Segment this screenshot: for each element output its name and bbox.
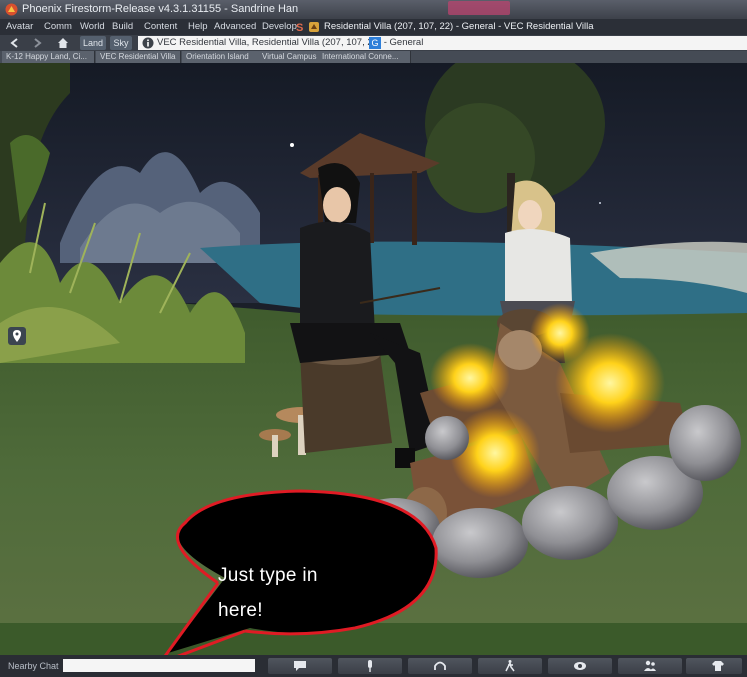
move-button[interactable] [478,658,542,674]
general-rating-badge: G [369,37,381,49]
location-marker-button[interactable] [8,327,26,345]
menu-develop[interactable]: Develop [262,19,297,35]
nearby-chat-input[interactable] [62,658,256,673]
navigation-bar: Land Sky VEC Residential Villa, Resident… [0,35,747,51]
land-button[interactable]: Land [80,36,106,50]
menu-content[interactable]: Content [144,19,177,35]
scene-graphics [0,63,747,655]
speak-button[interactable] [338,658,402,674]
forward-button[interactable] [30,36,50,50]
location-field[interactable]: VEC Residential Villa, Residential Villa… [138,36,747,50]
chat-icon [294,661,306,671]
walk-icon [505,660,515,672]
bottom-tray: Nearby Chat [0,655,747,677]
callout-line-1: Just type in [218,565,318,586]
location-text: VEC Residential Villa, Residential Villa… [157,37,424,48]
parcel-info[interactable]: Residential Villa (207, 107, 22) - Gener… [324,19,593,35]
phoenix-logo-icon [5,3,18,16]
outfit-icon [712,661,724,671]
people-button[interactable] [618,658,682,674]
favorite-item[interactable]: VEC Residential Villa [96,51,181,63]
sl-logo-icon: S [296,22,304,34]
menu-advanced[interactable]: Advanced [214,19,256,35]
home-button[interactable] [56,36,72,50]
favorite-item[interactable]: K-12 Happy Land, Ci... [2,51,95,63]
notification-tab[interactable] [448,1,510,15]
sky-button[interactable]: Sky [110,36,132,50]
world-viewport[interactable]: Just type in here! [0,63,747,655]
parcel-icon[interactable] [308,21,320,33]
favorite-item[interactable]: International Conne... [318,51,411,63]
nearby-chat-label[interactable]: Nearby Chat [8,659,59,673]
callout-line-2: here! [218,600,263,621]
favorite-item[interactable]: Virtual Campus [258,51,323,63]
title-bar: Phoenix Firestorm-Release v4.3.1.31155 -… [0,0,747,19]
back-button[interactable] [8,36,28,50]
menu-comm[interactable]: Comm [44,19,72,35]
favorites-bar: K-12 Happy Land, Ci... VEC Residential V… [0,51,747,63]
view-button[interactable] [548,658,612,674]
menu-help[interactable]: Help [188,19,208,35]
chat-button[interactable] [268,658,332,674]
home-icon [58,38,68,48]
microphone-icon [368,660,372,672]
menu-avatar[interactable]: Avatar [6,19,33,35]
info-icon[interactable] [142,37,154,49]
people-icon [644,660,656,671]
eye-icon [574,662,586,670]
favorite-item[interactable]: Orientation Island [182,51,259,63]
forward-arrow-icon [34,38,42,48]
voice-button[interactable] [408,658,472,674]
window-title: Phoenix Firestorm-Release v4.3.1.31155 -… [22,3,299,15]
menu-world[interactable]: World [80,19,105,35]
map-pin-icon [13,330,21,342]
appearance-button[interactable] [686,658,742,674]
menu-bar: Avatar Comm World Build Content Help Adv… [0,19,747,35]
headphones-icon [434,661,446,670]
back-arrow-icon [10,38,18,48]
menu-build[interactable]: Build [112,19,133,35]
